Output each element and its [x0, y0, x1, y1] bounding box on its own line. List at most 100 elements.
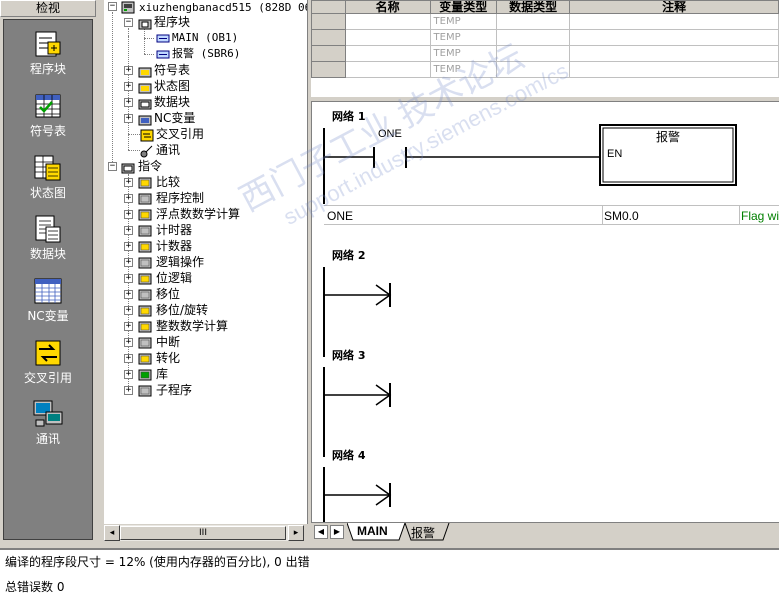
cell-var-type[interactable]: TEMP [429, 29, 498, 46]
expand-toggle[interactable]: + [124, 258, 133, 267]
expand-toggle[interactable]: + [124, 306, 133, 315]
table-row[interactable]: TEMP [311, 45, 779, 62]
cell-var-type[interactable]: TEMP [429, 45, 498, 62]
table-row[interactable]: TEMP [311, 13, 779, 30]
view-item-communication[interactable]: 通讯 [4, 398, 92, 456]
tree-instruction-item[interactable]: 移位 [156, 286, 180, 302]
tab-main[interactable]: MAIN [357, 524, 388, 538]
cell-name[interactable] [344, 29, 431, 46]
expand-toggle[interactable]: + [124, 98, 133, 107]
tree-instruction-item[interactable]: 整数数学计算 [156, 318, 228, 334]
expand-toggle[interactable]: + [124, 322, 133, 331]
ladder-editor[interactable]: 网络 1 ONE 报警 EN ONE SM0.0 Flag wi 网络 2 网络… [311, 102, 779, 522]
view-item-status-chart[interactable]: 状态图 [4, 152, 92, 210]
view-bar-body: 程序块 符号表 状态图 数据块 NC变量 交叉引用 通讯 [3, 19, 93, 540]
instruction-folder-icon [138, 241, 152, 253]
cross-reference-icon [35, 340, 61, 366]
symbol-table-icon [35, 94, 61, 118]
tree-cross-reference[interactable]: 交叉引用 [156, 126, 204, 142]
expand-toggle[interactable]: + [124, 194, 133, 203]
view-item-label: NC变量 [27, 309, 69, 323]
tree-instruction-item[interactable]: 逻辑操作 [156, 254, 204, 270]
view-item-nc-variable[interactable]: NC变量 [4, 275, 92, 333]
view-item-symbol-table[interactable]: 符号表 [4, 90, 92, 148]
tree-instruction-item[interactable]: 浮点数数学计算 [156, 206, 240, 222]
row-header[interactable] [311, 61, 346, 78]
view-item-program-block[interactable]: 程序块 [4, 28, 92, 86]
expand-toggle[interactable]: + [124, 226, 133, 235]
view-item-label: 交叉引用 [23, 371, 72, 385]
table-row[interactable]: TEMP [311, 61, 779, 78]
tree-instruction-item[interactable]: 计时器 [156, 222, 192, 238]
scroll-left-button[interactable]: ◂ [104, 525, 120, 541]
column-header-data-type[interactable]: 数据类型 [496, 0, 571, 14]
compile-result-line: 编译的程序段尺寸 = 12% (使用内存器的百分比), 0 出错 [5, 555, 310, 569]
expand-toggle[interactable]: + [124, 290, 133, 299]
column-header-var-type[interactable]: 变量类型 [429, 0, 498, 14]
row-header[interactable] [311, 29, 346, 46]
expand-toggle[interactable]: + [124, 386, 133, 395]
collapse-toggle[interactable]: − [108, 2, 117, 11]
expand-toggle[interactable]: + [124, 178, 133, 187]
cell-var-type[interactable]: TEMP [429, 13, 498, 30]
tree-instruction-item[interactable]: 移位/旋转 [156, 302, 208, 318]
tree-data-block[interactable]: 数据块 [154, 94, 190, 110]
tree-instruction-item[interactable]: 转化 [156, 350, 180, 366]
cell-var-type[interactable]: TEMP [429, 61, 498, 78]
expand-toggle[interactable]: + [124, 82, 133, 91]
table-row[interactable]: TEMP [311, 29, 779, 46]
cell-comment[interactable] [569, 45, 779, 62]
expand-toggle[interactable]: + [124, 66, 133, 75]
scroll-right-button[interactable]: ▸ [288, 525, 304, 541]
cell-data-type[interactable] [496, 29, 571, 46]
view-item-data-block[interactable]: 数据块 [4, 213, 92, 271]
tree-instruction-item[interactable]: 程序控制 [156, 190, 204, 206]
tab-first-button[interactable]: ◀ [314, 525, 328, 539]
view-item-cross-reference[interactable]: 交叉引用 [4, 337, 92, 395]
expand-toggle[interactable]: + [124, 242, 133, 251]
cell-data-type[interactable] [496, 61, 571, 78]
cell-name[interactable] [344, 45, 431, 62]
tree-instruction-item[interactable]: 库 [156, 366, 168, 382]
empty-rung-arrow[interactable] [324, 283, 392, 307]
column-header-comment[interactable]: 注释 [569, 0, 779, 14]
expand-toggle[interactable]: + [124, 354, 133, 363]
collapse-toggle[interactable]: − [108, 162, 117, 171]
tree-communication[interactable]: 通讯 [156, 142, 180, 158]
cell-comment[interactable] [569, 61, 779, 78]
collapse-toggle[interactable]: − [124, 18, 133, 27]
empty-rung-arrow[interactable] [324, 383, 392, 407]
scroll-thumb[interactable]: III [120, 526, 286, 540]
cell-comment[interactable] [569, 13, 779, 30]
cell-data-type[interactable] [496, 13, 571, 30]
cell-comment[interactable] [569, 29, 779, 46]
expand-toggle[interactable]: + [124, 210, 133, 219]
tree-nc-variable[interactable]: NC变量 [154, 110, 195, 126]
tree-horizontal-scrollbar[interactable]: ◂ III ▸ [104, 524, 304, 541]
tab-alarm[interactable]: 报警 [411, 524, 435, 541]
tree-instruction-item[interactable]: 比较 [156, 174, 180, 190]
empty-rung-arrow[interactable] [324, 483, 392, 507]
column-header-name[interactable]: 名称 [344, 0, 431, 14]
cell-name[interactable] [344, 61, 431, 78]
tab-prev-button[interactable]: ▶ [330, 525, 344, 539]
expand-toggle[interactable]: + [124, 338, 133, 347]
tree-alarm-sbr6[interactable]: 报警 (SBR6) [172, 46, 240, 62]
tree-status-chart[interactable]: 状态图 [154, 78, 190, 94]
expand-toggle[interactable]: + [124, 370, 133, 379]
tree-instruction-item[interactable]: 子程序 [156, 382, 192, 398]
tree-instruction-item[interactable]: 位逻辑 [156, 270, 192, 286]
tree-instruction-item[interactable]: 计数器 [156, 238, 192, 254]
expand-toggle[interactable]: + [124, 274, 133, 283]
row-header[interactable] [311, 45, 346, 62]
tree-instruction-item[interactable]: 中断 [156, 334, 180, 350]
view-item-label: 程序块 [29, 62, 66, 76]
cell-data-type[interactable] [496, 45, 571, 62]
row-header[interactable] [311, 13, 346, 30]
expand-toggle[interactable]: + [124, 114, 133, 123]
cell-name[interactable] [344, 13, 431, 30]
tree-instructions[interactable]: 指令 [138, 158, 162, 174]
tree-symbol-table[interactable]: 符号表 [154, 62, 190, 78]
tree-main-ob1[interactable]: MAIN (OB1) [172, 30, 238, 46]
tree-program-block[interactable]: 程序块 [154, 14, 190, 30]
